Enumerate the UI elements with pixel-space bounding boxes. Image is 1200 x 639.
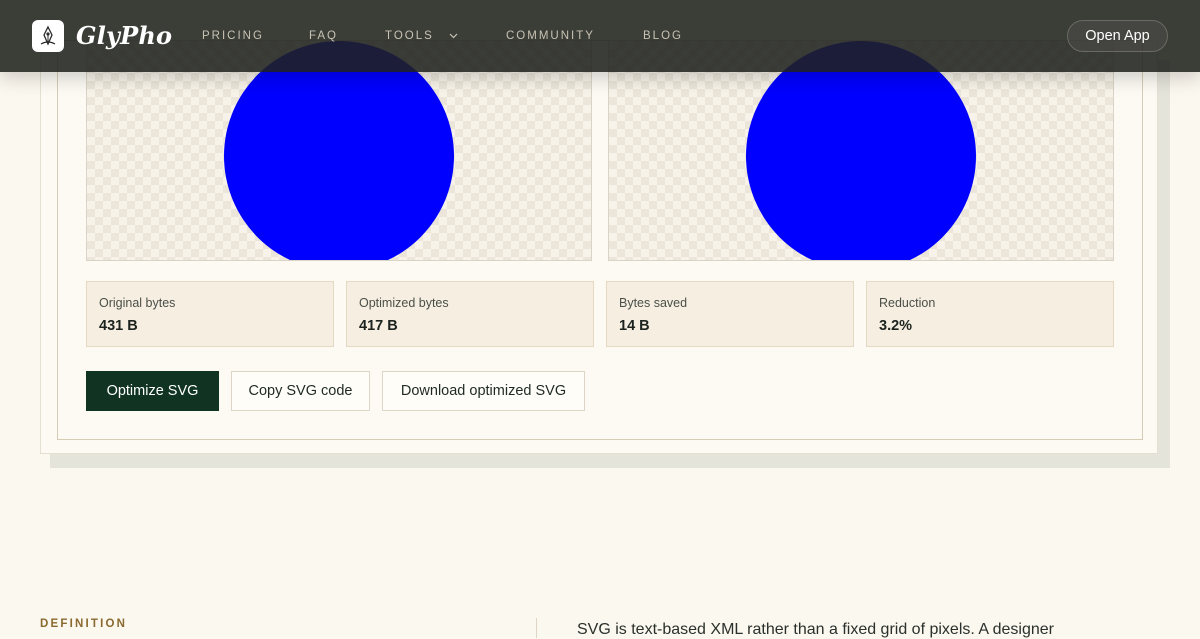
original-preview: [86, 40, 592, 261]
nav-label: TOOLS: [385, 30, 434, 42]
definition-label: DEFINITION: [40, 618, 128, 630]
chevron-down-icon: [449, 33, 458, 39]
stat-bytes-saved: Bytes saved 14 B: [606, 281, 854, 347]
nav-community[interactable]: COMMUNITY: [506, 27, 595, 45]
copy-svg-code-button[interactable]: Copy SVG code: [231, 371, 370, 411]
nav-label: PRICING: [202, 30, 264, 42]
download-optimized-svg-button[interactable]: Download optimized SVG: [382, 371, 585, 411]
nav-label: COMMUNITY: [506, 30, 595, 42]
nav-label: BLOG: [643, 30, 683, 42]
stat-reduction: Reduction 3.2%: [866, 281, 1114, 347]
optimized-preview: [608, 40, 1114, 261]
stat-value: 431 B: [99, 318, 138, 334]
nav-label: FAQ: [309, 30, 339, 42]
original-svg-shape: [224, 41, 454, 260]
nav-blog[interactable]: BLOG: [643, 27, 683, 45]
optimized-svg-shape: [746, 41, 976, 260]
stat-original-bytes: Original bytes 431 B: [86, 281, 334, 347]
definition-text: SVG is text-based XML rather than a fixe…: [577, 621, 1054, 638]
top-navbar: GlyPho PRICING FAQ TOOLS COMMUNITY BLOG …: [0, 0, 1200, 72]
stat-label: Original bytes: [99, 296, 176, 310]
brand-name[interactable]: GlyPho: [76, 18, 172, 54]
stat-label: Optimized bytes: [359, 296, 449, 310]
nav-pricing[interactable]: PRICING: [202, 27, 264, 45]
nav-faq[interactable]: FAQ: [309, 27, 338, 45]
pen-nib-icon: [40, 25, 56, 46]
stat-value: 14 B: [619, 318, 650, 334]
stat-optimized-bytes: Optimized bytes 417 B: [346, 281, 594, 347]
section-divider: [536, 618, 537, 638]
stat-label: Bytes saved: [619, 296, 688, 310]
optimize-svg-button[interactable]: Optimize SVG: [86, 371, 219, 411]
stat-value: 417 B: [359, 318, 398, 334]
nav-tools[interactable]: TOOLS: [385, 27, 458, 45]
brand-logo[interactable]: [32, 20, 64, 52]
open-app-button[interactable]: Open App: [1067, 20, 1168, 52]
stat-label: Reduction: [879, 296, 936, 310]
stat-value: 3.2%: [879, 318, 913, 334]
